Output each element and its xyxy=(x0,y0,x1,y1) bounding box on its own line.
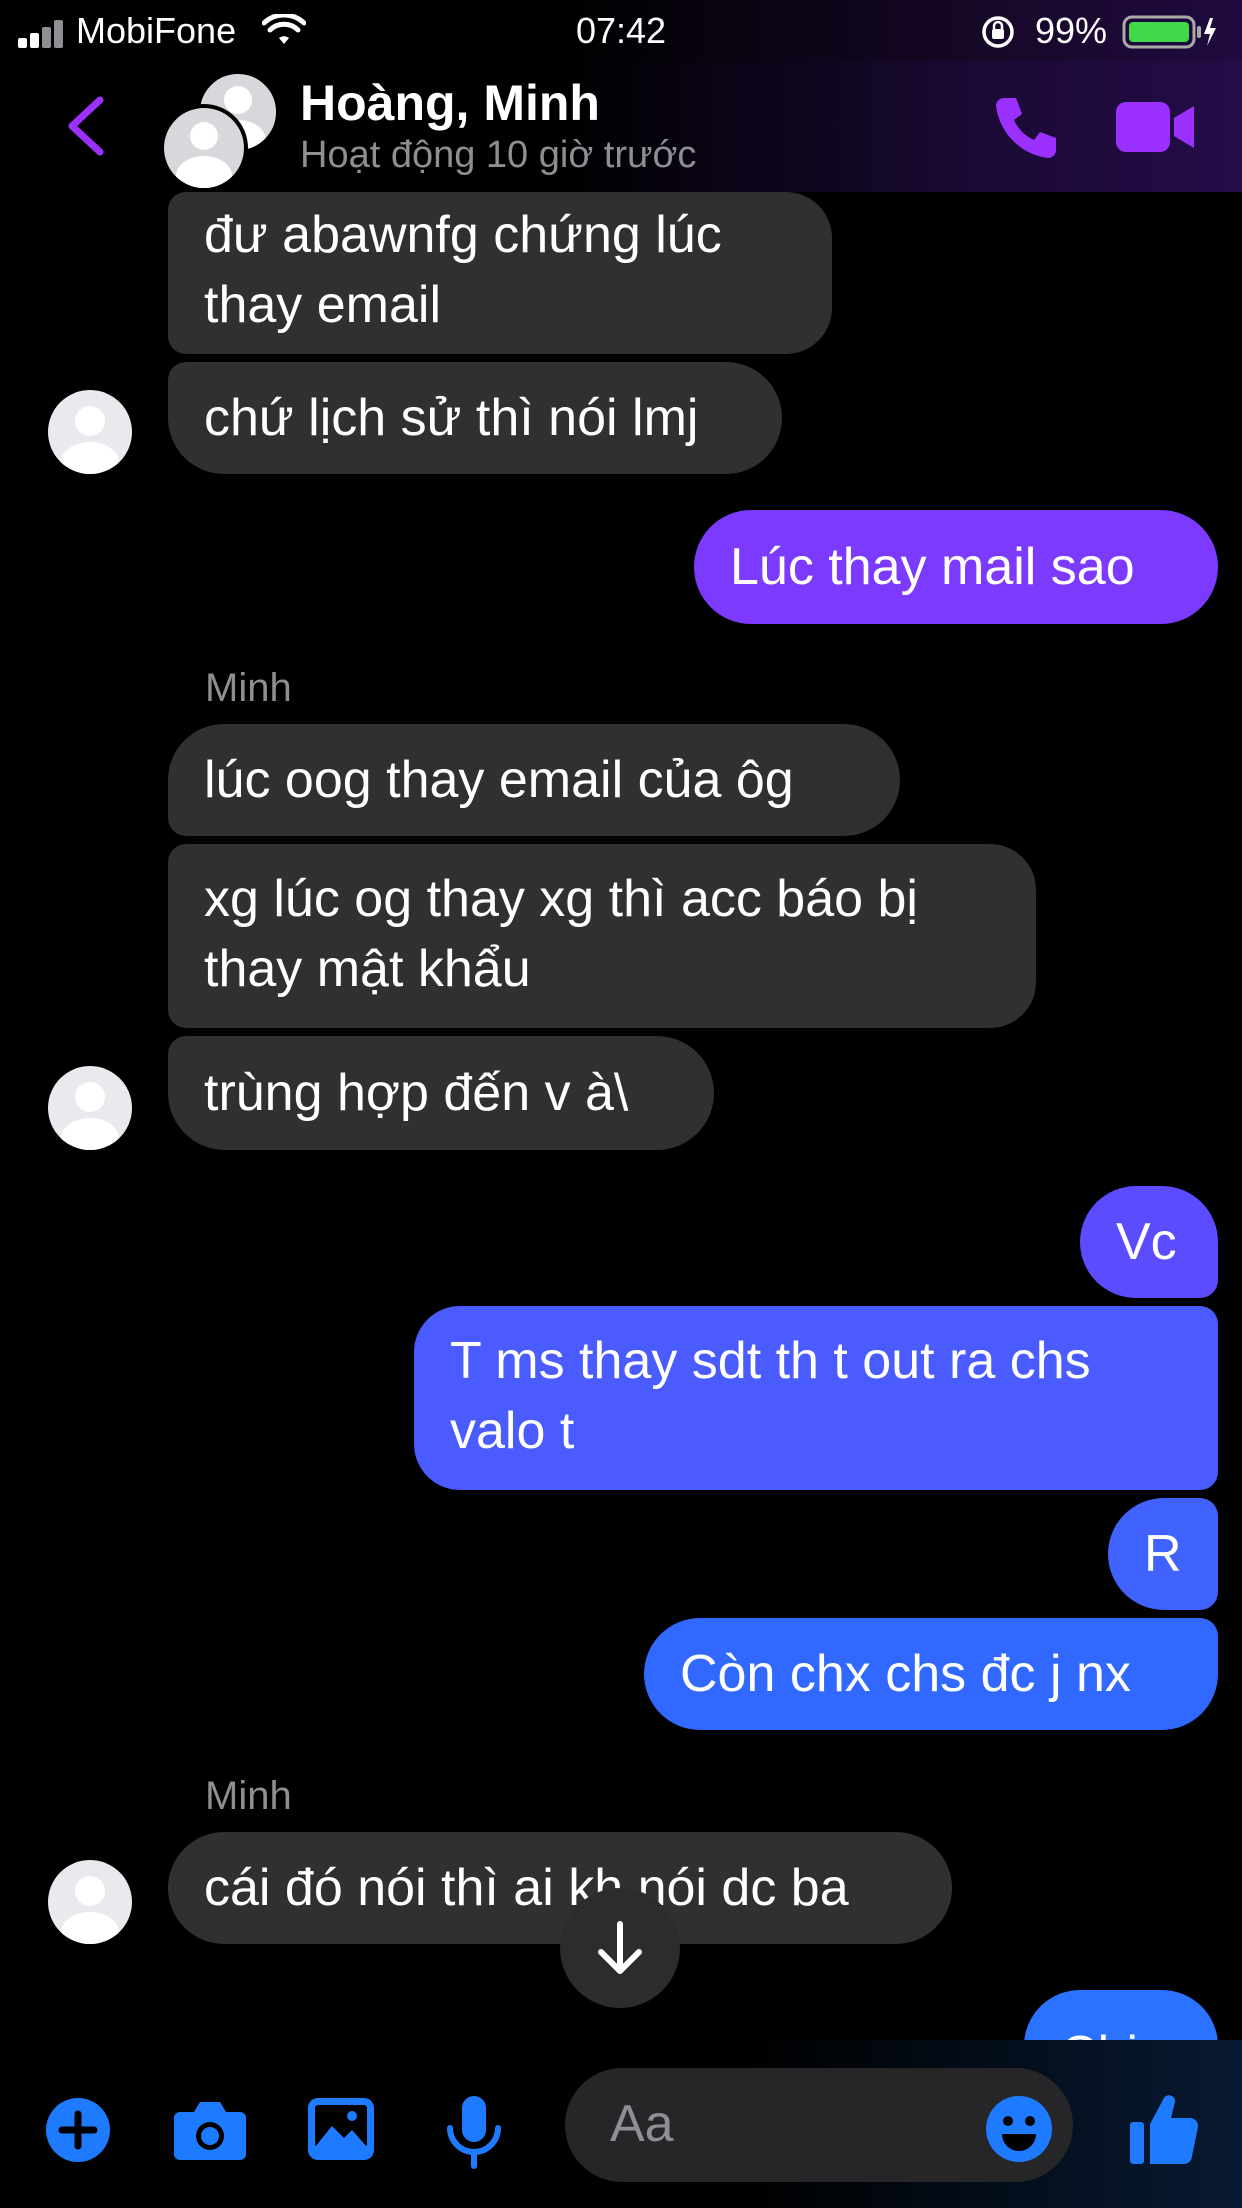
mic-icon[interactable] xyxy=(444,2094,504,2170)
message-outgoing[interactable]: Còn chx chs đc j nx xyxy=(644,1618,1218,1730)
message-incoming[interactable]: trùng hợp đến v à\ xyxy=(168,1036,714,1150)
activity-status: Hoạt động 10 giờ trước xyxy=(300,134,697,176)
battery-percent: 99% xyxy=(1035,10,1108,51)
video-icon[interactable] xyxy=(1114,100,1196,154)
lock-rotation-icon xyxy=(982,16,1014,48)
message-text-line: đư abawnfg chứng lúc xyxy=(204,206,722,264)
sender-label: Minh xyxy=(205,1774,292,1818)
camera-icon[interactable] xyxy=(172,2098,248,2162)
message-text: Chịu xyxy=(1060,2026,1167,2040)
avatar[interactable] xyxy=(48,1860,132,1944)
message-incoming[interactable]: xg lúc og thay xg thì acc báo bị thay mậ… xyxy=(168,844,1036,1028)
like-icon[interactable] xyxy=(1128,2090,1200,2166)
sender-label: Minh xyxy=(205,666,292,710)
message-text: chứ lịch sử thì nói lmj xyxy=(204,389,699,447)
message-text-line: T ms thay sdt th t out ra chs xyxy=(450,1332,1091,1390)
back-icon[interactable] xyxy=(64,96,108,156)
contact-name[interactable]: Hoàng, Minh xyxy=(300,74,600,132)
status-bar: MobiFone 07:42 99% xyxy=(0,0,1242,62)
message-incoming[interactable]: đư abawnfg chứng lúc thay email xyxy=(168,192,832,354)
message-text: Còn chx chs đc j nx xyxy=(680,1645,1131,1703)
message-text: Vc xyxy=(1116,1213,1177,1271)
phone-icon[interactable] xyxy=(990,92,1062,164)
avatar[interactable] xyxy=(48,1066,132,1150)
message-text-line: thay mật khẩu xyxy=(204,940,531,998)
arrow-down-icon xyxy=(598,1921,642,1974)
emoji-icon[interactable] xyxy=(984,2094,1054,2164)
avatar[interactable] xyxy=(48,390,132,474)
plus-icon[interactable] xyxy=(44,2096,112,2164)
battery-icon xyxy=(1122,15,1216,49)
message-text: Lúc thay mail sao xyxy=(730,538,1135,596)
message-outgoing[interactable]: Chịu xyxy=(1024,1990,1218,2040)
message-incoming[interactable]: lúc oog thay email của ôg xyxy=(168,724,900,836)
message-outgoing[interactable]: Lúc thay mail sao xyxy=(694,510,1218,624)
message-outgoing[interactable]: T ms thay sdt th t out ra chs valo t xyxy=(414,1306,1218,1490)
gallery-icon[interactable] xyxy=(306,2096,376,2162)
scroll-to-bottom-button[interactable] xyxy=(560,1888,680,2008)
message-input-placeholder: Aa xyxy=(610,2095,674,2153)
message-incoming[interactable]: chứ lịch sử thì nói lmj xyxy=(168,362,782,474)
message-text-line: xg lúc og thay xg thì acc báo bị xyxy=(204,870,918,928)
message-text: R xyxy=(1144,1525,1182,1583)
message-incoming[interactable]: cái đó nói thì ai kh nói dc ba xyxy=(168,1832,952,1944)
message-text-line: valo t xyxy=(450,1402,575,1460)
message-text: trùng hợp đến v à\ xyxy=(204,1064,629,1122)
avatar xyxy=(160,104,248,192)
message-text-line: thay email xyxy=(204,276,441,334)
message-text: lúc oog thay email của ôg xyxy=(204,751,794,809)
message-outgoing[interactable]: R xyxy=(1108,1498,1218,1610)
message-text: cái đó nói thì ai kh nói dc ba xyxy=(204,1859,849,1917)
message-outgoing[interactable]: Vc xyxy=(1080,1186,1218,1298)
